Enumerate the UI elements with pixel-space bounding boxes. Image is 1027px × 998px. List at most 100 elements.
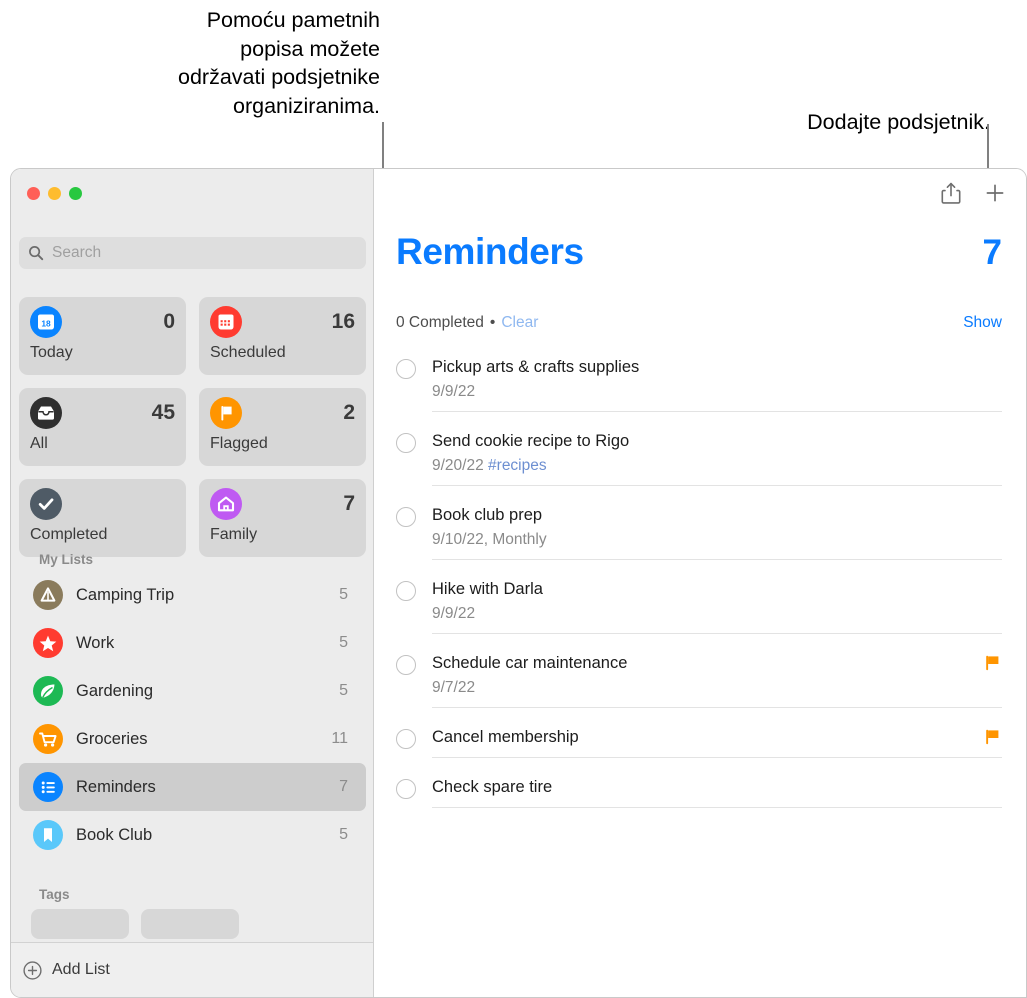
close-window-button[interactable] xyxy=(27,187,40,200)
smart-list-count: 0 xyxy=(163,310,175,333)
reminder-complete-toggle[interactable] xyxy=(396,729,416,749)
reminder-row[interactable]: Send cookie recipe to Rigo 9/20/22 #reci… xyxy=(396,421,1002,495)
reminder-complete-toggle[interactable] xyxy=(396,507,416,527)
reminder-subtitle: 9/7/22 xyxy=(432,677,1002,698)
list-count: 5 xyxy=(339,826,348,843)
list-label: Reminders xyxy=(76,777,156,796)
reminder-row[interactable]: Check spare tire xyxy=(396,767,1002,817)
clear-completed-button[interactable]: Clear xyxy=(501,314,538,331)
main-title-row: Reminders 7 xyxy=(396,231,1002,273)
list-count: 11 xyxy=(331,730,348,747)
reminder-complete-toggle[interactable] xyxy=(396,581,416,601)
search-placeholder: Search xyxy=(52,244,102,261)
star-icon xyxy=(33,628,63,658)
leaf-icon xyxy=(33,676,63,706)
reminder-row[interactable]: Hike with Darla 9/9/22 xyxy=(396,569,1002,643)
bookmark-icon xyxy=(33,820,63,850)
list-count: 5 xyxy=(339,682,348,699)
page-count-badge: 7 xyxy=(982,233,1002,272)
reminder-complete-toggle[interactable] xyxy=(396,655,416,675)
main-toolbar xyxy=(940,181,1006,205)
smart-list-count: 2 xyxy=(343,401,355,424)
reminder-subtitle: 9/9/22 xyxy=(432,381,1002,402)
smart-list-label: All xyxy=(30,435,48,452)
smart-list-today[interactable]: 18 0 Today xyxy=(19,297,186,375)
sidebar-item-gardening[interactable]: Gardening 5 xyxy=(19,667,366,715)
smart-list-flagged[interactable]: 2 Flagged xyxy=(199,388,366,466)
share-icon[interactable] xyxy=(940,181,962,205)
reminder-title: Pickup arts & crafts supplies xyxy=(432,358,640,376)
reminders-list: Pickup arts & crafts supplies 9/9/22 Sen… xyxy=(396,347,1002,817)
tag-chip[interactable] xyxy=(31,909,129,939)
add-list-label: Add List xyxy=(52,961,110,978)
smart-list-label: Scheduled xyxy=(210,344,286,361)
search-icon xyxy=(29,246,44,261)
reminder-tag[interactable]: #recipes xyxy=(488,457,547,474)
smart-list-count: 7 xyxy=(343,492,355,515)
list-count: 5 xyxy=(339,586,348,603)
tag-chips xyxy=(31,909,239,939)
reminder-date: 9/7/22 xyxy=(432,679,476,696)
tent-icon xyxy=(33,580,63,610)
add-list-button[interactable]: Add List xyxy=(11,942,373,997)
flag-icon xyxy=(210,397,242,429)
flag-icon[interactable] xyxy=(985,729,1000,745)
tags-header: Tags xyxy=(39,887,70,902)
list-label: Work xyxy=(76,633,115,652)
inbox-tray-icon xyxy=(30,397,62,429)
list-count: 5 xyxy=(339,634,348,651)
sidebar-item-reminders[interactable]: Reminders 7 xyxy=(19,763,366,811)
svg-text:18: 18 xyxy=(41,319,51,329)
smart-list-label: Completed xyxy=(30,526,108,543)
reminder-row[interactable]: Pickup arts & crafts supplies 9/9/22 xyxy=(396,347,1002,421)
sidebar-item-book-club[interactable]: Book Club 5 xyxy=(19,811,366,859)
reminder-subtitle: 9/10/22, Monthly xyxy=(432,529,1002,550)
calendar-18-icon: 18 xyxy=(30,306,62,338)
reminder-title: Check spare tire xyxy=(432,778,553,796)
reminder-subtitle: 9/9/22 xyxy=(432,603,1002,624)
smart-list-label: Today xyxy=(30,344,73,361)
add-reminder-icon[interactable] xyxy=(984,181,1006,205)
search-input[interactable]: Search xyxy=(19,237,366,269)
list-label: Camping Trip xyxy=(76,585,175,604)
bullet-separator: • xyxy=(489,314,496,331)
reminder-complete-toggle[interactable] xyxy=(396,359,416,379)
list-count: 7 xyxy=(339,778,348,795)
house-icon xyxy=(210,488,242,520)
reminder-date: 9/9/22 xyxy=(432,383,476,400)
maximize-window-button[interactable] xyxy=(69,187,82,200)
reminder-complete-toggle[interactable] xyxy=(396,433,416,453)
reminder-title: Schedule car maintenance xyxy=(432,654,628,672)
flag-icon[interactable] xyxy=(985,655,1000,671)
reminder-title: Send cookie recipe to Rigo xyxy=(432,432,630,450)
reminder-complete-toggle[interactable] xyxy=(396,779,416,799)
smart-list-count: 16 xyxy=(331,310,355,333)
reminder-title: Book club prep xyxy=(432,506,543,524)
list-bullet-icon xyxy=(33,772,63,802)
show-completed-button[interactable]: Show xyxy=(963,314,1002,332)
smart-list-family[interactable]: 7 Family xyxy=(199,479,366,557)
smart-list-count: 45 xyxy=(151,401,175,424)
callout-left-text: Pomoću pametnih popisa možete održavati … xyxy=(178,8,380,118)
sidebar-item-work[interactable]: Work 5 xyxy=(19,619,366,667)
plus-circle-icon xyxy=(23,960,42,980)
checkmark-icon xyxy=(30,488,62,520)
smart-list-label: Flagged xyxy=(210,435,268,452)
reminder-row[interactable]: Book club prep 9/10/22, Monthly xyxy=(396,495,1002,569)
smart-list-all[interactable]: 45 All xyxy=(19,388,186,466)
smart-list-completed[interactable]: Completed xyxy=(19,479,186,557)
reminder-title: Hike with Darla xyxy=(432,580,543,598)
tag-chip[interactable] xyxy=(141,909,239,939)
sidebar-item-groceries[interactable]: Groceries 11 xyxy=(19,715,366,763)
smart-list-scheduled[interactable]: 16 Scheduled xyxy=(199,297,366,375)
callout-right-text: Dodajte podsjetnik. xyxy=(807,110,990,134)
minimize-window-button[interactable] xyxy=(48,187,61,200)
reminder-row[interactable]: Cancel membership xyxy=(396,717,1002,767)
my-lists-header: My Lists xyxy=(39,552,94,567)
reminder-row[interactable]: Schedule car maintenance 9/7/22 xyxy=(396,643,1002,717)
smart-list-label: Family xyxy=(210,526,258,543)
reminder-title: Cancel membership xyxy=(432,728,579,746)
cart-icon xyxy=(33,724,63,754)
sidebar-item-camping-trip[interactable]: Camping Trip 5 xyxy=(19,571,366,619)
list-label: Book Club xyxy=(76,825,153,844)
